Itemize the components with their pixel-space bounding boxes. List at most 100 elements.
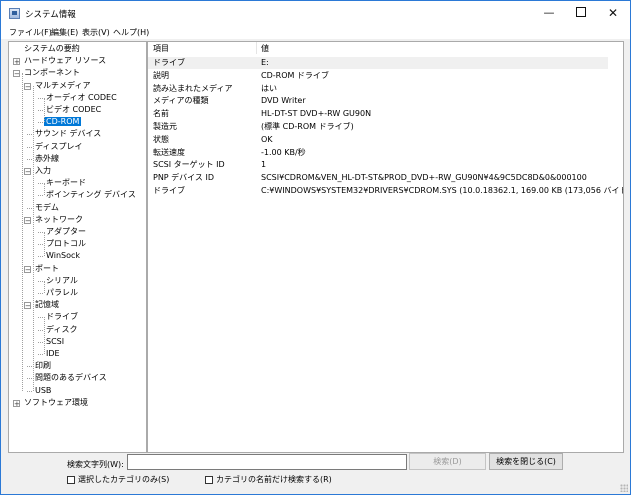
details-item-value: CD-ROM ドライブ: [261, 70, 329, 80]
details-item-value: E:: [261, 58, 269, 67]
tree-item-label: 問題のあるデバイス: [35, 373, 107, 383]
tree-item[interactable]: サウンド デバイス: [33, 128, 103, 140]
tree-item[interactable]: WinSock: [44, 250, 82, 262]
collapse-icon[interactable]: −: [24, 82, 31, 90]
tree-connector: [38, 244, 43, 246]
close-search-button[interactable]: 検索を閉じる(C): [489, 453, 563, 470]
details-item-value: 1: [261, 160, 267, 170]
details-item-value: (標準 CD-ROM ドライブ): [261, 122, 354, 131]
tree-item[interactable]: プロトコル: [44, 238, 88, 250]
tree-item[interactable]: シリアル: [44, 275, 80, 287]
tree-connector: [27, 146, 32, 148]
tree-item[interactable]: 印刷: [33, 360, 53, 372]
menu-help[interactable]: ヘルプ(H): [113, 27, 149, 38]
tree-connector: [44, 232, 45, 257]
tree-connector: [38, 354, 43, 355]
details-row[interactable]: ドライブ E:: [148, 57, 608, 69]
details-row[interactable]: 状態 OK: [148, 134, 608, 146]
menu-view[interactable]: 表示(V): [82, 27, 110, 38]
details-row[interactable]: メディアの種類 DVD Writer: [148, 95, 608, 107]
category-tree[interactable]: システムの要約 ハードウェア リソース + コンポーネント − マルチメディア − オーディオ…: [8, 41, 147, 453]
tree-item[interactable]: キーボード: [44, 177, 88, 189]
tree-item[interactable]: ポート: [33, 263, 61, 275]
category-names-only-checkbox[interactable]: カテゴリの名前だけ検索する(R): [205, 475, 332, 485]
tree-item[interactable]: コンポーネント: [22, 67, 82, 79]
details-row[interactable]: SCSI ターゲット ID 1: [148, 159, 608, 171]
details-row[interactable]: 読み込まれたメディア はい: [148, 83, 608, 95]
column-divider[interactable]: [256, 42, 257, 54]
tree-item[interactable]: マルチメディア: [33, 80, 92, 92]
expand-icon[interactable]: +: [13, 399, 20, 407]
close-button[interactable]: ✕: [597, 1, 629, 25]
tree-item-label: SCSI: [46, 336, 65, 346]
collapse-icon[interactable]: −: [24, 302, 31, 310]
tree-item[interactable]: 記憶域: [33, 299, 61, 311]
resize-grip-icon[interactable]: [620, 484, 628, 492]
minimize-button[interactable]: —: [533, 1, 565, 25]
tree-item[interactable]: ビデオ CODEC: [44, 104, 103, 116]
collapse-icon[interactable]: −: [24, 216, 31, 224]
tree-item-label: オーディオ CODEC: [46, 92, 117, 102]
details-item-value: OK: [261, 134, 273, 144]
tree-item-label: コンポーネント: [24, 68, 80, 78]
maximize-button[interactable]: [565, 1, 597, 25]
tree-item[interactable]: システムの要約: [22, 43, 82, 55]
tree-item[interactable]: ソフトウェア環境: [22, 397, 90, 409]
details-row[interactable]: 製造元 (標準 CD-ROM ドライブ): [148, 121, 608, 133]
tree-item[interactable]: CD-ROM: [44, 116, 82, 128]
details-row[interactable]: PNP デバイス ID SCSI¥CDROM&VEN_HL-DT-ST&PROD_…: [148, 172, 608, 184]
tree-connector: [27, 366, 32, 368]
column-header-value[interactable]: 値: [261, 43, 269, 54]
menu-edit[interactable]: 編集(E): [51, 27, 78, 38]
tree-item[interactable]: 赤外線: [33, 153, 61, 165]
collapse-icon[interactable]: −: [24, 265, 31, 273]
tree-connector: [27, 207, 32, 209]
details-row[interactable]: 名前 HL-DT-ST DVD+-RW GU90N: [148, 108, 608, 120]
menu-bar: ファイル(F) 編集(E) 表示(V) ヘルプ(H): [1, 25, 630, 39]
tree-item[interactable]: ハードウェア リソース: [22, 55, 108, 67]
selected-category-only-label: 選択したカテゴリのみ(S): [78, 475, 170, 484]
details-item-value: C:¥WINDOWS¥SYSTEM32¥DRIVERS¥CDROM.SYS (1…: [261, 186, 624, 195]
tree-item[interactable]: パラレル: [44, 287, 80, 299]
tree-item[interactable]: ドライブ: [44, 311, 80, 323]
tree-item-label: ディスク: [46, 324, 78, 334]
collapse-icon[interactable]: −: [13, 70, 20, 78]
tree-item[interactable]: USB: [33, 385, 53, 397]
tree-connector: [38, 293, 43, 294]
details-row[interactable]: 転送速度 -1.00 KB/秒: [148, 147, 608, 159]
tree-item[interactable]: ディスク: [44, 324, 79, 336]
tree-item[interactable]: ディスプレイ: [33, 141, 84, 153]
tree-item-label: システムの要約: [24, 44, 80, 53]
tree-item-label: ドライブ: [46, 312, 78, 322]
search-button[interactable]: 検索(D): [409, 453, 486, 470]
collapse-icon[interactable]: −: [24, 168, 31, 176]
search-input[interactable]: [127, 454, 407, 470]
tree-connector: [27, 390, 32, 392]
tree-connector: [44, 97, 45, 123]
tree-item[interactable]: SCSI: [44, 336, 66, 348]
column-header-item[interactable]: 項目: [153, 43, 169, 54]
details-item-name: ドライブ: [153, 58, 185, 67]
tree-item[interactable]: 入力: [33, 165, 53, 177]
tree-item[interactable]: モデム: [33, 202, 61, 214]
tree-item[interactable]: オーディオ CODEC: [44, 92, 119, 104]
details-item-value: はい: [261, 83, 277, 93]
menu-file[interactable]: ファイル(F): [9, 27, 52, 38]
search-label: 検索文字列(W):: [67, 460, 124, 469]
tree-item[interactable]: ネットワーク: [33, 214, 85, 226]
tree-item[interactable]: アダプター: [44, 226, 88, 238]
tree-item-label: アダプター: [46, 227, 86, 236]
tree-item[interactable]: IDE: [44, 348, 62, 360]
tree-item[interactable]: 問題のあるデバイス: [33, 372, 109, 384]
expand-icon[interactable]: +: [13, 58, 20, 66]
tree-connector: [33, 85, 34, 391]
details-list[interactable]: 項目 値 ドライブ E: 説明 CD-ROM ドライブ 読み込まれたメディア はい メディア…: [147, 41, 624, 453]
details-item-name: 状態: [153, 134, 169, 144]
details-row[interactable]: 説明 CD-ROM ドライブ: [148, 70, 608, 82]
tree-connector: [38, 317, 43, 319]
tree-item[interactable]: ポインティング デバイス: [44, 189, 138, 201]
tree-item-label: WinSock: [46, 251, 81, 261]
selected-category-only-checkbox[interactable]: 選択したカテゴリのみ(S): [67, 475, 169, 485]
details-row[interactable]: ドライブ C:¥WINDOWS¥SYSTEM32¥DRIVERS¥CDROM.SY…: [148, 185, 623, 197]
tree-item-label: ディスプレイ: [35, 141, 83, 151]
